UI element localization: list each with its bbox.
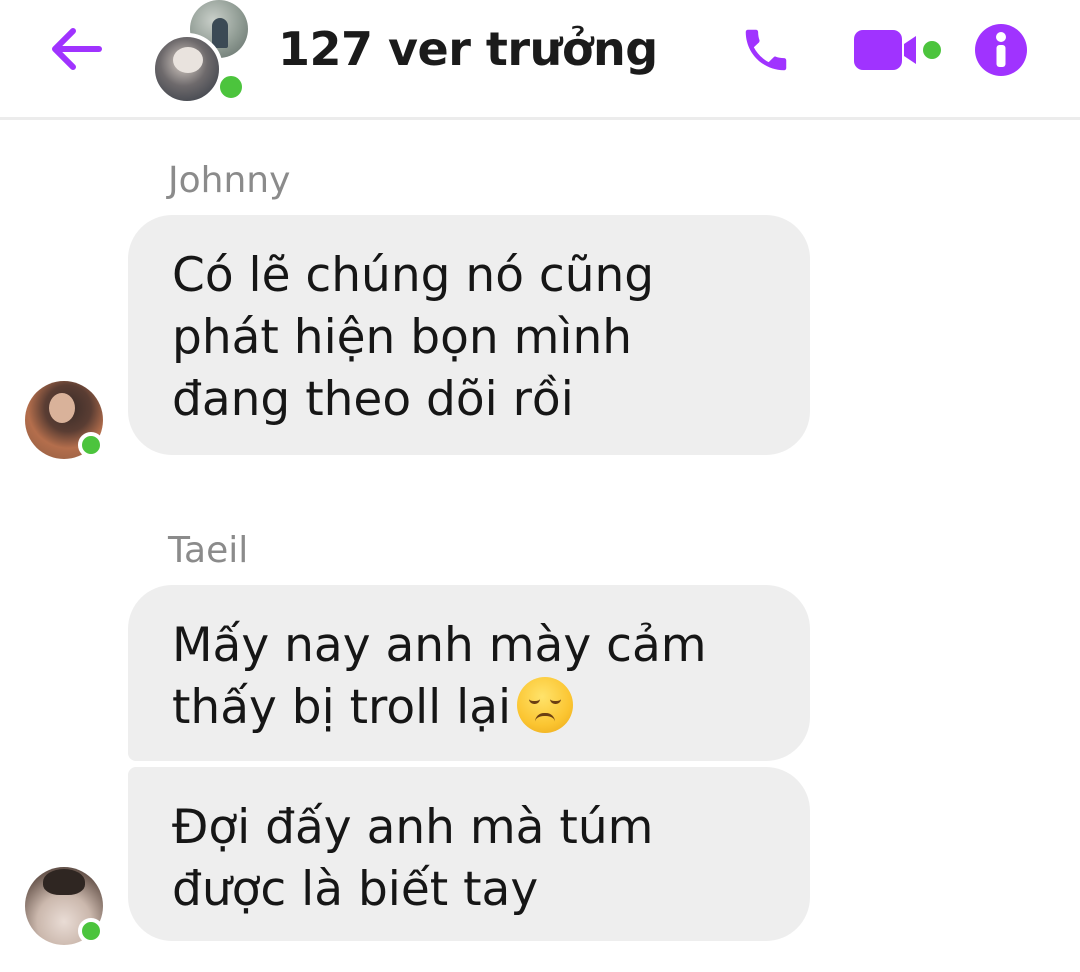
conversation-title[interactable]: 127 ver trưởng: [278, 22, 658, 76]
message-line: thấy bị troll lại: [172, 680, 512, 735]
online-status-dot: [78, 432, 104, 458]
message-line: được là biết tay: [172, 862, 539, 917]
info-button[interactable]: [972, 22, 1030, 78]
member-avatar-front: [151, 33, 223, 105]
disappointed-face-emoji-icon: [517, 677, 574, 733]
phone-icon: [745, 29, 787, 71]
video-camera-icon: [854, 30, 941, 70]
message-line: Có lẽ chúng nó cũng: [172, 248, 655, 303]
message-bubble[interactable]: Có lẽ chúng nó cũng phát hiện bọn mình đ…: [128, 215, 810, 455]
message-line: đang theo dõi rồi: [172, 372, 574, 427]
message-line: Mấy nay anh mày cảm: [172, 618, 707, 673]
online-status-dot: [78, 918, 104, 944]
message-line-with-emoji: thấy bị troll lại: [172, 677, 770, 739]
info-icon: [975, 24, 1027, 76]
chat-header: 127 ver trưởng: [0, 0, 1080, 120]
back-button[interactable]: [46, 22, 106, 76]
voice-call-button[interactable]: [736, 22, 796, 78]
sender-name: Taeil: [168, 530, 249, 571]
chat-screen: 127 ver trưởng Johnny Có lẽ chúng nó cũn…: [0, 0, 1080, 972]
message-line: Đợi đấy anh mà túm: [172, 800, 654, 855]
sender-name: Johnny: [168, 160, 291, 201]
message-bubble[interactable]: Đợi đấy anh mà túm được là biết tay: [128, 767, 810, 941]
arrow-left-icon: [52, 28, 102, 70]
online-status-dot: [216, 72, 246, 102]
group-avatar[interactable]: [148, 0, 258, 105]
message-line: phát hiện bọn mình: [172, 310, 633, 365]
video-call-button[interactable]: [852, 24, 944, 76]
message-bubble[interactable]: Mấy nay anh mày cảm thấy bị troll lại: [128, 585, 810, 761]
